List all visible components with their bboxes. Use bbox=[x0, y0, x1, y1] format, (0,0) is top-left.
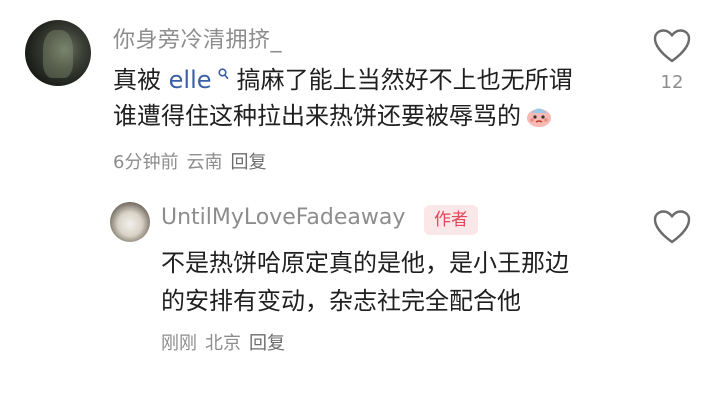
reply-button[interactable]: 回复 bbox=[230, 152, 266, 173]
heart-icon bbox=[653, 210, 691, 244]
search-icon bbox=[214, 68, 229, 88]
reply-text: 不是热饼哈原定真的是他，是小王那边 的安排有变动，杂志社完全配合他 bbox=[161, 244, 631, 320]
mention-link[interactable]: elle bbox=[169, 66, 229, 94]
comment-text: 真被 elle 搞麻了能上当然好不上也无所谓 谁遭得住这种拉出来热饼还要被辱骂的 bbox=[113, 62, 623, 134]
reply-author-avatar[interactable] bbox=[110, 202, 150, 242]
comment-text-line-2: 谁遭得住这种拉出来热饼还要被辱骂的 bbox=[113, 98, 623, 134]
comment-like-button[interactable]: 12 bbox=[652, 28, 692, 93]
commenter-avatar[interactable] bbox=[25, 20, 91, 86]
comment-text-line-1: 真被 elle 搞麻了能上当然好不上也无所谓 bbox=[113, 66, 573, 94]
comment-location: 云南 bbox=[186, 152, 223, 173]
reply-meta: 刚刚 北京 回复 bbox=[161, 329, 293, 355]
reply-username[interactable]: UntilMyLoveFadeaway bbox=[161, 205, 405, 230]
crying-face-emoji-icon bbox=[525, 102, 553, 127]
commenter-username[interactable]: 你身旁冷清拥挤_ bbox=[113, 22, 282, 54]
reply-text-line-2: 的安排有变动，杂志社完全配合他 bbox=[161, 287, 521, 315]
reply-time: 刚刚 bbox=[161, 333, 197, 354]
reply-text-line-1: 不是热饼哈原定真的是他，是小王那边 bbox=[161, 249, 569, 277]
comment-time: 6分钟前 bbox=[113, 152, 179, 173]
author-badge: 作者 bbox=[424, 205, 478, 235]
reply-reply-button[interactable]: 回复 bbox=[249, 333, 285, 354]
reply-location: 北京 bbox=[205, 333, 241, 354]
reply-like-button[interactable] bbox=[652, 209, 692, 245]
like-count: 12 bbox=[660, 72, 684, 93]
heart-icon bbox=[653, 29, 691, 63]
comment-meta: 6分钟前 云南 回复 bbox=[113, 148, 274, 174]
